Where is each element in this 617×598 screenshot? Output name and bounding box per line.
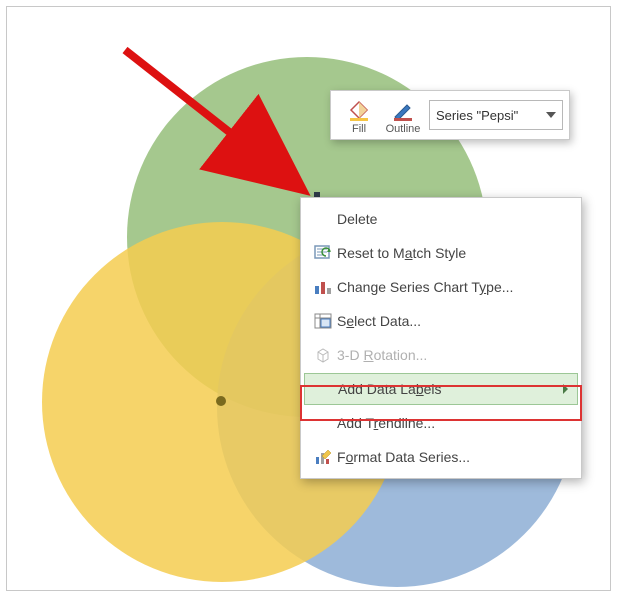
mini-toolbar: Fill Outline Series "Pepsi" [330, 90, 570, 140]
format-series-icon [309, 448, 337, 466]
data-point-yellow[interactable] [216, 396, 226, 406]
menu-format-data-series-label: Format Data Series... [337, 449, 569, 465]
outline-button[interactable]: Outline [381, 95, 425, 135]
menu-add-trendline[interactable]: Add Trendline... [303, 406, 579, 440]
fill-label: Fill [352, 123, 366, 135]
outline-label: Outline [386, 123, 421, 135]
series-selector-label: Series "Pepsi" [436, 108, 518, 123]
series-selector[interactable]: Series "Pepsi" [429, 100, 563, 130]
chart-type-icon [309, 278, 337, 296]
menu-change-chart-type[interactable]: Change Series Chart Type... [303, 270, 579, 304]
reset-icon [309, 244, 337, 262]
submenu-arrow-icon [563, 384, 568, 394]
menu-change-chart-type-label: Change Series Chart Type... [337, 279, 569, 295]
menu-reset-style-label: Reset to Match Style [337, 245, 569, 261]
menu-add-data-labels-label: Add Data Labels [338, 381, 563, 397]
menu-delete[interactable]: Delete [303, 202, 579, 236]
cube-icon [309, 346, 337, 364]
menu-format-data-series[interactable]: Format Data Series... [303, 440, 579, 474]
menu-reset-style[interactable]: Reset to Match Style [303, 236, 579, 270]
menu-select-data[interactable]: Select Data... [303, 304, 579, 338]
menu-add-data-labels[interactable]: Add Data Labels [304, 373, 578, 405]
fill-button[interactable]: Fill [337, 95, 381, 135]
paint-bucket-icon [347, 97, 371, 123]
menu-3d-rotation: 3-D Rotation... [303, 338, 579, 372]
menu-3d-rotation-label: 3-D Rotation... [337, 347, 569, 363]
menu-add-trendline-label: Add Trendline... [337, 415, 569, 431]
pen-icon [391, 97, 415, 123]
context-menu: Delete Reset to Match Style Change Serie… [300, 197, 582, 479]
select-data-icon [309, 312, 337, 330]
menu-delete-label: Delete [337, 211, 569, 227]
chevron-down-icon [546, 112, 556, 118]
menu-select-data-label: Select Data... [337, 313, 569, 329]
